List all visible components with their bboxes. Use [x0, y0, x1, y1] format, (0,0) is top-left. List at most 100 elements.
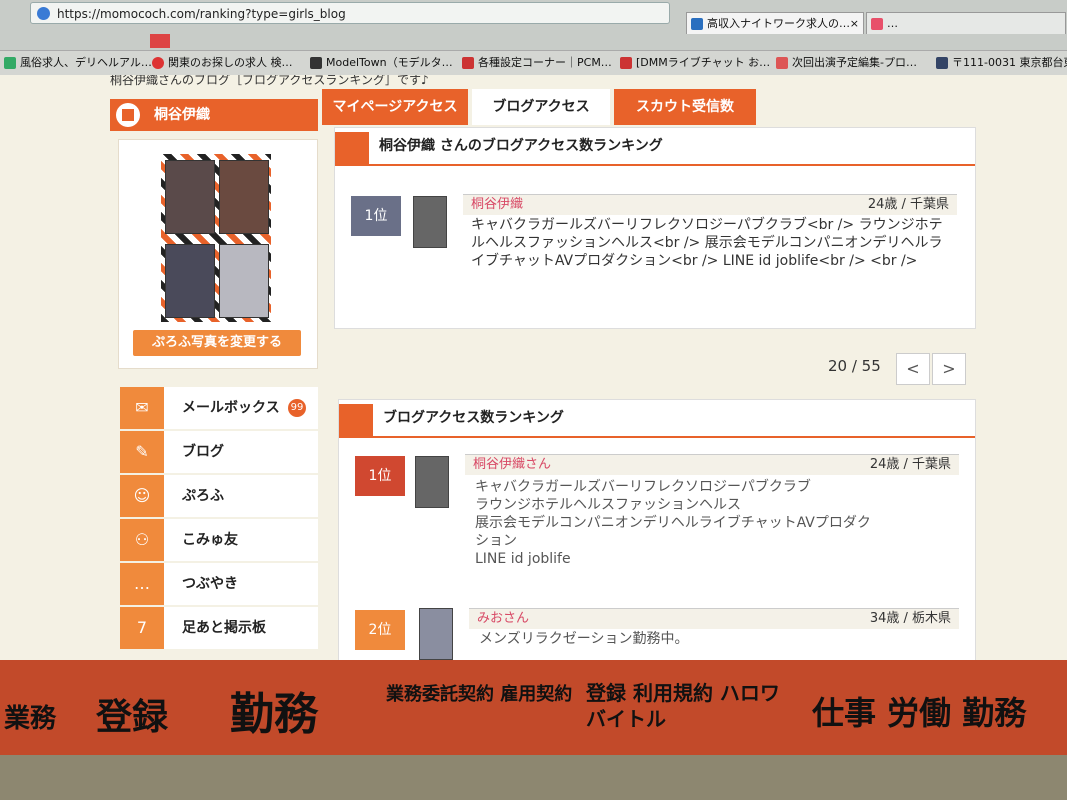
- bookmark-label: 関東のお探しの求人 検…: [168, 56, 293, 69]
- bookmark-item[interactable]: 各種設定コーナー｜PCM…: [462, 54, 612, 72]
- sidebar-item-tweets[interactable]: … つぶやき: [120, 563, 318, 607]
- bookmark-item[interactable]: 次回出演予定編集-プロ…: [776, 54, 917, 72]
- bookmark-icon: [152, 57, 164, 69]
- desc-line: LINE id joblife: [475, 551, 571, 567]
- bookmark-icon: [620, 57, 632, 69]
- entry-description: メンズリラクゼーション勤務中。: [479, 630, 959, 648]
- browser-tab[interactable]: …: [866, 12, 1066, 34]
- photo-thumb: [219, 244, 269, 318]
- sidebar-item-footprints[interactable]: 7 足あと掲示板: [120, 607, 318, 651]
- entry-description: キャバクラガールズバーリフレクソロジーパブクラブ ラウンジホテルヘルスファッショ…: [475, 478, 955, 568]
- chat-icon: …: [120, 563, 164, 605]
- panel-title: ブログアクセス数ランキング: [339, 400, 975, 438]
- rank-badge: 1位: [355, 456, 405, 496]
- laptop-bezel: 業務 登録 勤務 業務委託契約 雇用契約 登録 利用規約 ハロワ バイトル 仕事…: [0, 660, 1067, 755]
- sidebar-menu: ✉ メールボックス 99 ✎ ブログ ☺ ぷろふ ⚇ こみゅ友 … つぶやき 7…: [120, 387, 318, 651]
- bookmark-item[interactable]: [DMMライブチャット お…: [620, 54, 770, 72]
- bookmark-icon: [4, 57, 16, 69]
- sidebar-item-label: つぶやき: [182, 576, 238, 592]
- photo-thumb: [165, 160, 215, 234]
- entry-name-link[interactable]: 桐谷伊織: [463, 197, 523, 212]
- sidebar-item-label: ぷろふ: [182, 488, 224, 504]
- sidebar-item-label: 足あと掲示板: [182, 620, 266, 636]
- desc-line: メンズリラクゼーション勤務中。: [479, 631, 689, 647]
- browser-chrome: https://momococh.com/ranking?type=girls_…: [0, 0, 1067, 75]
- entry-name-suffix: さん: [503, 611, 530, 626]
- entry-thumbnail[interactable]: [419, 608, 453, 660]
- tab-label: …: [887, 17, 898, 30]
- friends-icon: ⚇: [120, 519, 164, 561]
- entry-name-suffix: さん: [525, 457, 552, 472]
- entry-age-location: 34歳 / 栃木県: [869, 611, 951, 626]
- footprint-icon: 7: [120, 607, 164, 649]
- page-content: 桐谷伊織さんのブログ［ブログアクセスランキング］です♪ 桐谷伊織 ぷろふ写真を変…: [0, 75, 1067, 660]
- bookmark-label: 風俗求人、デリヘルアル…: [20, 56, 152, 69]
- user-name: 桐谷伊織: [154, 107, 210, 123]
- prev-page-button[interactable]: <: [896, 353, 930, 385]
- bookmark-item[interactable]: 〒111-0031 東京都台東…: [936, 54, 1067, 72]
- profile-photo[interactable]: [161, 154, 271, 322]
- sidebar-item-friends[interactable]: ⚇ こみゅ友: [120, 519, 318, 563]
- user-header: 桐谷伊織: [110, 99, 318, 131]
- page-intro-text: 桐谷伊織さんのブログ［ブログアクセスランキング］です♪: [110, 75, 429, 87]
- personal-ranking-panel: 桐谷伊織 さんのブログアクセス数ランキング 1位 桐谷伊織 24歳 / 千葉県 …: [334, 127, 976, 329]
- bookmark-item[interactable]: 関東のお探しの求人 検…: [152, 54, 293, 72]
- tab-blog-access[interactable]: ブログアクセス: [472, 89, 610, 125]
- handwritten-note: 勤務: [230, 689, 318, 740]
- url-text: https://momococh.com/ranking?type=girls_…: [57, 7, 346, 21]
- sidebar-item-mailbox[interactable]: ✉ メールボックス 99: [120, 387, 318, 431]
- entry-name-bar: みおさん 34歳 / 栃木県: [469, 608, 959, 629]
- entry-name-bar: 桐谷伊織 24歳 / 千葉県: [463, 194, 957, 215]
- desc-line: ラウンジホテルヘルスファッションヘルス: [475, 497, 741, 513]
- edit-icon: ✎: [120, 431, 164, 473]
- desc-line: 展示会モデルコンパニオンデリヘルライブチャットAVプロダク: [475, 515, 871, 531]
- next-page-button[interactable]: >: [932, 353, 966, 385]
- bookmark-icon: [936, 57, 948, 69]
- bookmark-item[interactable]: 風俗求人、デリヘルアル…: [4, 54, 152, 72]
- panel-title-text: 桐谷伊織 さんのブログアクセス数ランキング: [379, 138, 663, 154]
- tab-mypage-access[interactable]: マイページアクセス: [322, 89, 468, 125]
- bookmark-icon: [776, 57, 788, 69]
- desc-line: キャバクラガールズバーリフレクソロジーパブクラブ: [475, 479, 811, 495]
- browser-tab-active[interactable]: 高収入ナイトワーク求人の… ×: [686, 12, 864, 34]
- sidebar-item-blog[interactable]: ✎ ブログ: [120, 431, 318, 475]
- pagination: 20 / 55: [828, 357, 881, 375]
- laptop-base: [0, 755, 1067, 800]
- bookmark-icon: [462, 57, 474, 69]
- grid-icon[interactable]: [116, 103, 140, 127]
- photo-thumb: [219, 160, 269, 234]
- entry-name-link[interactable]: みお: [469, 611, 503, 626]
- tab-label: 高収入ナイトワーク求人の…: [707, 17, 850, 30]
- entry-thumbnail[interactable]: [415, 456, 449, 508]
- bookmark-item[interactable]: ModelTown（モデルタ…: [310, 54, 453, 72]
- handwritten-note: 登録 利用規約 ハロワ バイトル: [586, 681, 780, 731]
- entry-name-bar: 桐谷伊織さん 24歳 / 千葉県: [465, 454, 959, 475]
- tab-scout-received[interactable]: スカウト受信数: [614, 89, 756, 125]
- bookmark-label: 各種設定コーナー｜PCM…: [478, 56, 612, 69]
- page-counter: 20 / 55: [828, 357, 881, 375]
- title-marker: [339, 404, 373, 436]
- entry-age-location: 24歳 / 千葉県: [869, 457, 951, 472]
- sidebar-item-label: こみゅ友: [182, 532, 238, 548]
- bookmark-label: [DMMライブチャット お…: [636, 56, 771, 69]
- bookmarks-bar: 風俗求人、デリヘルアル… 関東のお探しの求人 検… ModelTown（モデルタ…: [0, 50, 1067, 75]
- address-bar[interactable]: https://momococh.com/ranking?type=girls_…: [30, 2, 670, 24]
- panel-title-text: ブログアクセス数ランキング: [383, 410, 564, 426]
- change-photo-button[interactable]: ぷろふ写真を変更する: [133, 330, 301, 356]
- close-icon[interactable]: ×: [850, 13, 859, 34]
- title-marker: [335, 132, 369, 164]
- bookmark-label: 〒111-0031 東京都台東…: [952, 56, 1067, 69]
- bookmark-icon: [310, 57, 322, 69]
- entry-thumbnail[interactable]: [413, 196, 447, 248]
- handwritten-note: 登録: [96, 696, 169, 738]
- entry-age-location: 24歳 / 千葉県: [867, 197, 949, 212]
- bookmark-label: 次回出演予定編集-プロ…: [792, 56, 917, 69]
- entry-name-link[interactable]: 桐谷伊織: [465, 457, 525, 472]
- sidebar-item-label: メールボックス: [182, 400, 280, 416]
- unread-badge: 99: [288, 399, 306, 417]
- bookmark-label: ModelTown（モデルタ…: [326, 56, 453, 69]
- handwritten-note: 仕事 労働 勤務: [812, 694, 1027, 732]
- rank-badge: 2位: [355, 610, 405, 650]
- sidebar-item-profile[interactable]: ☺ ぷろふ: [120, 475, 318, 519]
- profile-photo-box: ぷろふ写真を変更する: [118, 139, 318, 369]
